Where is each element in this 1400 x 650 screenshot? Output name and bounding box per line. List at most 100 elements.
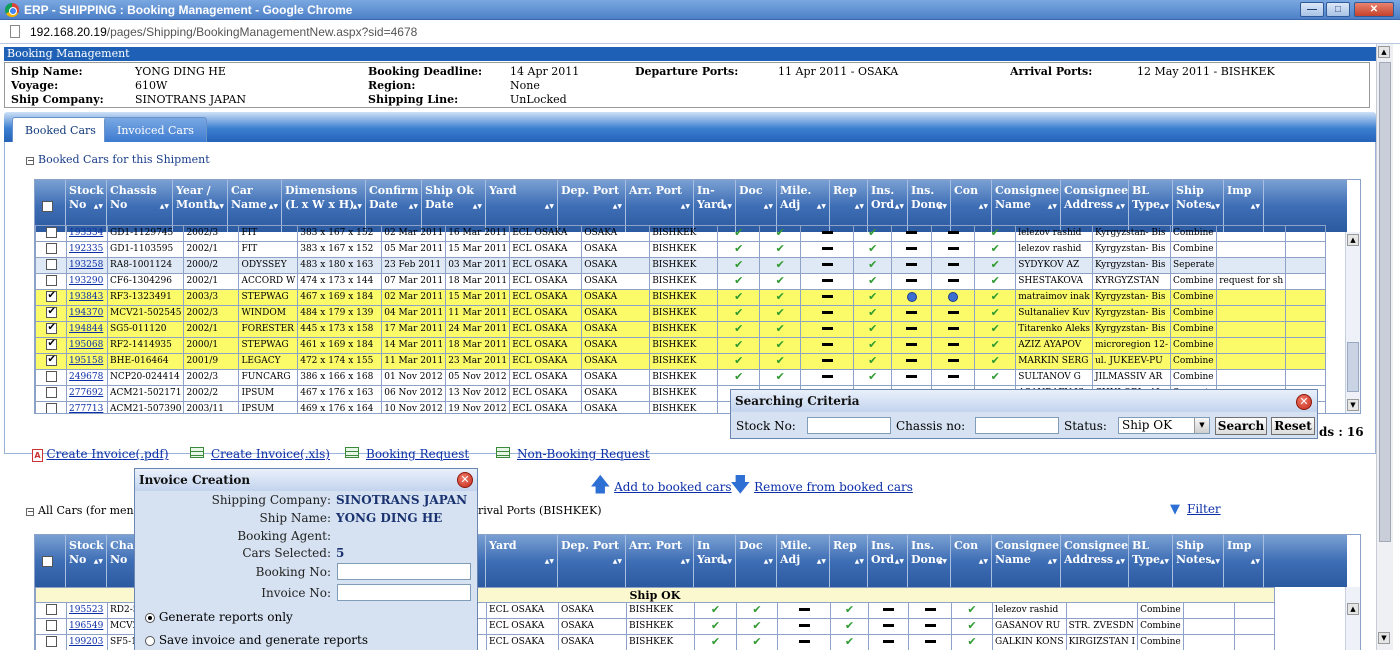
row-checkbox[interactable] — [45, 403, 57, 413]
sort-icon[interactable]: ▲▼ — [979, 200, 988, 214]
stock-link[interactable]: 194844 — [69, 324, 103, 334]
close-icon[interactable]: ✕ — [457, 472, 473, 488]
sort-icon[interactable]: ▲▼ — [723, 555, 732, 569]
stock-cell[interactable]: 277713 — [66, 401, 108, 413]
column-header[interactable]: Mile. Adj ▲▼ — [777, 535, 830, 587]
sort-icon[interactable]: ▲▼ — [215, 200, 224, 214]
sort-icon[interactable]: ▲▼ — [817, 200, 826, 214]
stock-link[interactable]: 192335 — [69, 244, 103, 254]
column-header[interactable]: Ship Notes ▲▼ — [1173, 535, 1224, 587]
select-cell[interactable] — [35, 353, 67, 370]
stock-link[interactable]: 194370 — [69, 308, 103, 318]
table-row[interactable]: 193843 RF3-1323491 2003/3 STEPWAG 467 x 169 … — [35, 289, 1327, 306]
stock-link[interactable]: 249678 — [69, 372, 103, 382]
close-window-button[interactable]: ✕ — [1354, 2, 1394, 17]
column-header[interactable]: Consignee Address ▲▼ — [1061, 535, 1129, 587]
column-header[interactable]: Dep. Port ▲▼ — [558, 535, 626, 587]
radio-selected[interactable] — [145, 612, 155, 623]
status-select[interactable]: Ship OK ▼ — [1118, 417, 1210, 434]
row-checkbox[interactable] — [45, 620, 57, 632]
tab-invoiced-cars[interactable]: Invoiced Cars — [104, 117, 207, 142]
sort-icon[interactable]: ▲▼ — [817, 555, 826, 569]
sort-icon[interactable]: ▲▼ — [938, 555, 947, 569]
column-header[interactable]: In Yard ▲▼ — [694, 535, 736, 587]
sort-icon[interactable]: ▲▼ — [1160, 200, 1169, 214]
sort-icon[interactable]: ▲▼ — [1211, 200, 1220, 214]
table-row[interactable]: 249678 NCP20-024414 2002/3 FUNCARG 386 x 166… — [35, 369, 1327, 386]
stock-cell[interactable]: 193843 — [66, 289, 108, 306]
sort-icon[interactable]: ▲▼ — [353, 200, 362, 214]
filter-button[interactable]: ▼ Filter — [1170, 502, 1221, 517]
sort-icon[interactable]: ▲▼ — [1116, 555, 1125, 569]
table-row[interactable]: 195068 RF2-1414935 2000/1 STEPWAG 461 x 169 … — [35, 337, 1327, 354]
sort-icon[interactable]: ▲▼ — [895, 200, 904, 214]
column-header[interactable]: Ins. Ord ▲▼ — [868, 535, 908, 587]
select-all-checkbox[interactable] — [35, 535, 66, 587]
stock-no-input[interactable] — [807, 417, 891, 434]
stock-link[interactable]: 195523 — [69, 605, 103, 615]
close-icon[interactable]: ✕ — [1296, 394, 1312, 410]
stock-cell[interactable]: 195158 — [66, 353, 108, 370]
stock-link[interactable]: 196549 — [69, 621, 103, 631]
select-cell[interactable] — [35, 634, 67, 650]
sort-icon[interactable]: ▲▼ — [613, 200, 622, 214]
chevron-down-icon[interactable]: ▼ — [1194, 418, 1209, 433]
create-invoice-xls[interactable]: Create Invoice(.xls) — [190, 447, 330, 461]
sort-icon[interactable]: ▲▼ — [160, 200, 169, 214]
scroll-thumb[interactable] — [1379, 62, 1391, 542]
sort-icon[interactable]: ▲▼ — [855, 200, 864, 214]
booking-request-link[interactable]: Booking Request — [345, 447, 469, 461]
stock-cell[interactable]: 195068 — [66, 337, 108, 354]
table-row[interactable]: 195158 BHE-016464 2001/9 LEGACY 472 x 174 x … — [35, 353, 1327, 370]
select-cell[interactable] — [35, 401, 67, 413]
stock-link[interactable]: 193258 — [69, 260, 103, 270]
checkbox[interactable] — [42, 556, 53, 567]
sort-icon[interactable]: ▲▼ — [1160, 555, 1169, 569]
stock-cell[interactable]: 193258 — [66, 257, 108, 274]
create-invoice-pdf[interactable]: A Create Invoice(.pdf) — [32, 447, 169, 462]
sort-icon[interactable]: ▲▼ — [545, 200, 554, 214]
column-header[interactable]: Rep ▲▼ — [830, 535, 868, 587]
select-cell[interactable] — [35, 385, 67, 402]
column-header[interactable]: Imp ▲▼ — [1224, 535, 1264, 587]
sort-icon[interactable]: ▲▼ — [1251, 555, 1260, 569]
stock-cell[interactable]: 249678 — [66, 369, 108, 386]
select-cell[interactable] — [35, 289, 67, 306]
row-checkbox[interactable] — [45, 291, 57, 302]
sort-icon[interactable]: ▲▼ — [764, 200, 773, 214]
sort-icon[interactable]: ▲▼ — [1251, 200, 1260, 214]
table-row[interactable]: 194844 SG5-011120 2002/1 FORESTER 445 x 173 … — [35, 321, 1327, 338]
select-cell[interactable] — [35, 602, 67, 620]
collapse-icon[interactable]: − — [26, 508, 34, 516]
select-cell[interactable] — [35, 273, 67, 290]
minimize-button[interactable]: — — [1300, 2, 1324, 17]
sort-icon[interactable]: ▲▼ — [764, 555, 773, 569]
row-checkbox[interactable] — [45, 387, 57, 398]
stock-cell[interactable]: 192335 — [66, 241, 108, 258]
select-cell[interactable] — [35, 241, 67, 258]
sort-icon[interactable]: ▲▼ — [269, 200, 278, 214]
select-cell[interactable] — [35, 337, 67, 354]
stock-link[interactable]: 195068 — [69, 340, 103, 350]
select-cell[interactable] — [35, 618, 67, 636]
table-row[interactable]: 193290 CF6-1304296 2002/1 ACCORD W 474 x 173… — [35, 273, 1327, 290]
row-checkbox[interactable] — [45, 275, 57, 286]
generate-reports-only-option[interactable]: Generate reports only — [145, 610, 293, 624]
grid-scrollbar[interactable]: ▲ ▼ — [1345, 232, 1360, 413]
sort-icon[interactable]: ▲▼ — [545, 555, 554, 569]
row-checkbox[interactable] — [45, 339, 57, 350]
table-row[interactable]: 194370 MCV21-502545 2002/3 WINDOM 484 x 179 … — [35, 305, 1327, 322]
stock-link[interactable]: 199203 — [69, 637, 103, 647]
grid-scrollbar[interactable]: ▲ — [1345, 587, 1360, 650]
stock-cell[interactable]: 277692 — [66, 385, 108, 402]
sort-icon[interactable]: ▲▼ — [1048, 200, 1057, 214]
row-checkbox[interactable] — [45, 243, 57, 254]
select-cell[interactable] — [35, 321, 67, 338]
sort-icon[interactable]: ▲▼ — [938, 200, 947, 214]
column-header[interactable]: Stock No ▲▼ — [66, 535, 107, 587]
non-booking-request-link[interactable]: Non-Booking Request — [496, 447, 650, 461]
scroll-down-icon[interactable]: ▼ — [1378, 632, 1390, 644]
row-checkbox[interactable] — [45, 307, 57, 318]
scroll-up-icon[interactable]: ▲ — [1378, 46, 1390, 58]
booked-section-title[interactable]: − Booked Cars for this Shipment — [26, 153, 210, 166]
